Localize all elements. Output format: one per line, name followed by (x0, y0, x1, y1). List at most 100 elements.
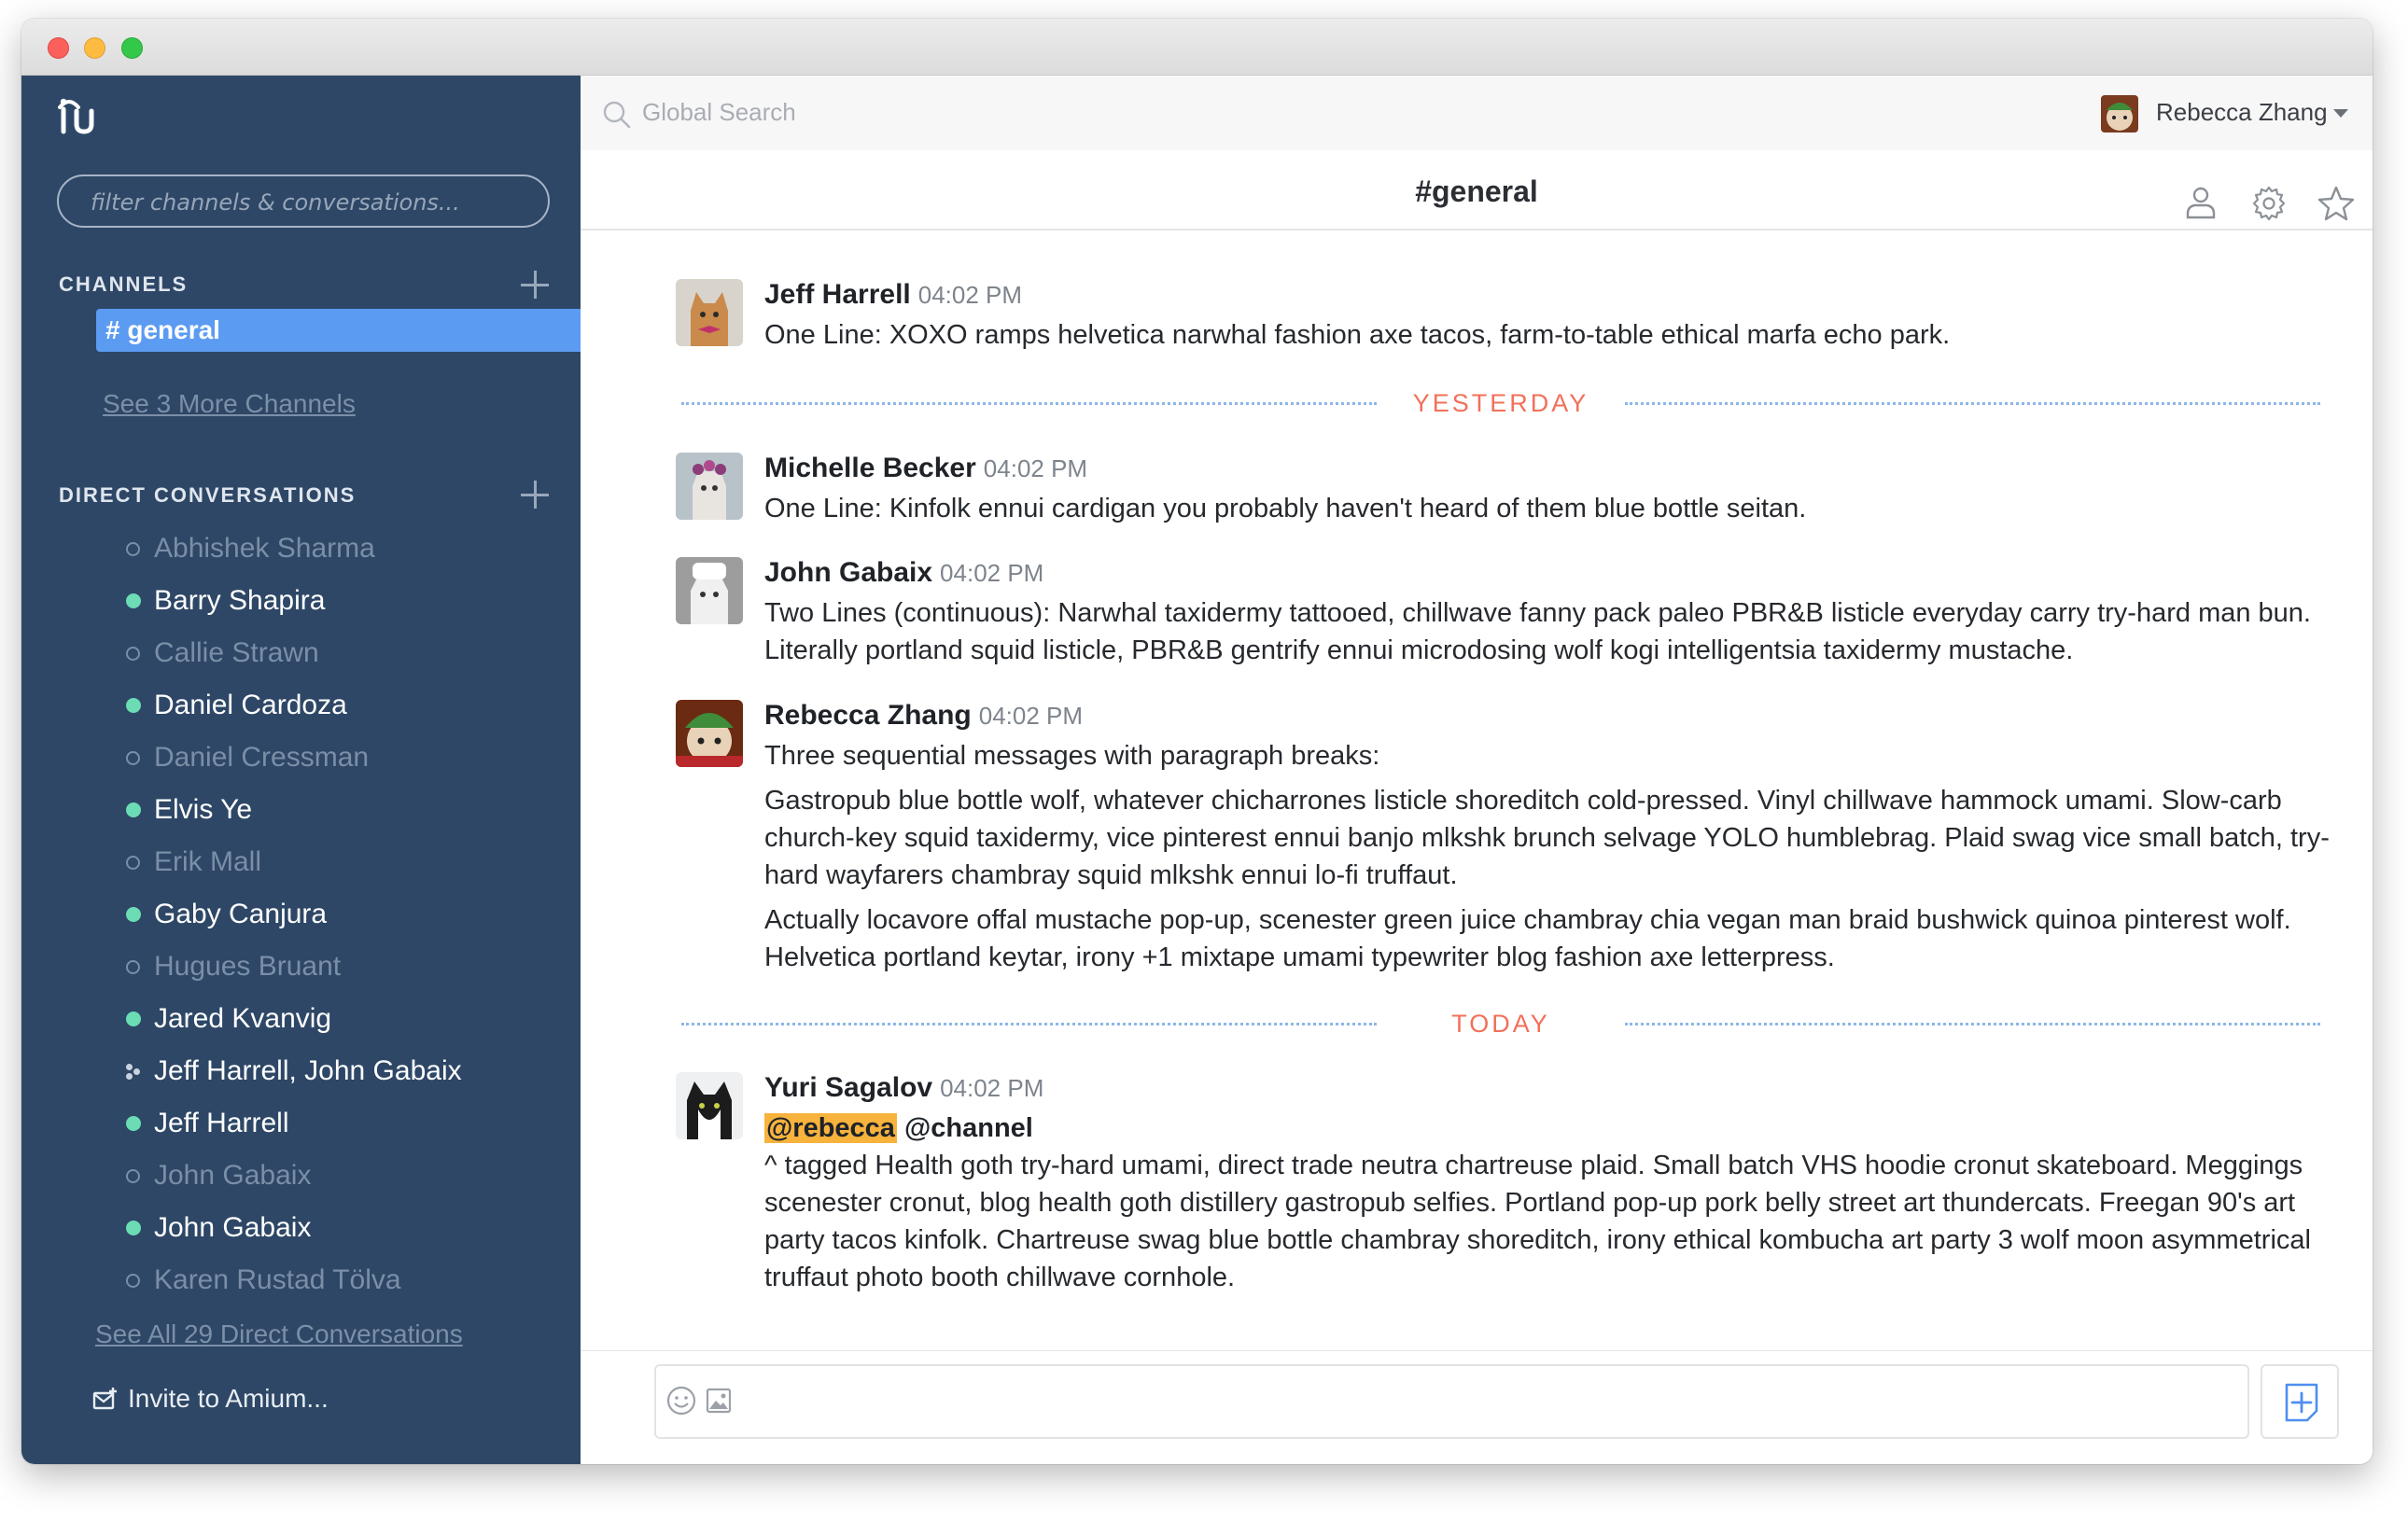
conversation-name: John Gabaix (154, 1212, 312, 1243)
minimize-window-button[interactable] (84, 37, 105, 59)
avatar[interactable] (676, 453, 743, 520)
message-body: Three sequential messages with paragraph… (764, 737, 2351, 976)
avatar[interactable] (676, 557, 743, 624)
avatar[interactable] (676, 700, 743, 767)
channel-title: #general (1415, 174, 1538, 208)
see-all-direct-conversations-link[interactable]: See All 29 Direct Conversations (95, 1319, 463, 1349)
offline-status-icon (126, 1274, 140, 1288)
message-author[interactable]: Rebecca Zhang (764, 700, 972, 731)
direct-conversation-item[interactable]: Barry Shapira (104, 579, 462, 632)
offline-status-icon (126, 856, 140, 870)
invite-button[interactable]: Invite to Amium... (92, 1384, 329, 1414)
channels-header: CHANNELS (59, 272, 189, 296)
image-icon[interactable] (705, 1387, 733, 1415)
message-paragraph: Gastropub blue bottle wolf, whatever chi… (764, 786, 2330, 890)
message-paragraph: One Line: Kinfolk ennui cardigan you pro… (764, 494, 1807, 523)
user-avatar[interactable] (2101, 95, 2138, 133)
direct-conversation-item[interactable]: Jeff Harrell (104, 1102, 462, 1154)
conversation-name: Daniel Cardoza (154, 690, 347, 720)
global-search-input[interactable]: Global Search (642, 98, 796, 127)
composer-divider (581, 1350, 2373, 1351)
conversation-name: John Gabaix (154, 1160, 312, 1191)
conversation-name: Hugues Bruant (154, 951, 342, 982)
online-status-icon (126, 802, 141, 817)
conversation-name: Elvis Ye (154, 794, 253, 825)
direct-conversation-item[interactable]: Hugues Bruant (104, 945, 462, 998)
amium-logo-icon[interactable] (56, 94, 101, 139)
message-body: One Line: Kinfolk ennui cardigan you pro… (764, 490, 2351, 527)
direct-conversation-item[interactable]: Abhishek Sharma (104, 527, 462, 579)
channel-item-general[interactable]: # general (96, 309, 581, 352)
app-window: filter channels & conversations... CHANN… (21, 19, 2373, 1464)
direct-conversation-item[interactable]: John Gabaix (104, 1207, 462, 1259)
message-paragraph: Actually locavore offal mustache pop-up,… (764, 905, 2291, 972)
channel-header: #general (581, 150, 2373, 230)
person-icon[interactable] (2181, 184, 2220, 223)
see-more-channels-link[interactable]: See 3 More Channels (103, 389, 356, 419)
conversation-name: Abhishek Sharma (154, 533, 375, 564)
add-direct-conversation-button[interactable] (519, 479, 551, 510)
direct-conversations-list: Abhishek Sharma Barry Shapira Callie Str… (104, 527, 462, 1311)
message-body: One Line: XOXO ramps helvetica narwhal f… (764, 316, 2351, 354)
message-author[interactable]: Michelle Becker (764, 453, 976, 483)
user-name[interactable]: Rebecca Zhang (2156, 98, 2328, 127)
message-paragraph: ^ tagged Health goth try-hard umami, dir… (764, 1151, 2311, 1292)
direct-conversation-item[interactable]: Daniel Cressman (104, 736, 462, 788)
date-divider-yesterday: YESTERDAY (681, 389, 2320, 417)
avatar[interactable] (676, 279, 743, 346)
offline-status-icon (126, 542, 140, 556)
message-paragraph: Three sequential messages with paragraph… (764, 741, 1380, 771)
add-note-icon (2285, 1383, 2318, 1422)
top-bar: Global Search Rebecca Zhang (581, 76, 2373, 150)
sidebar: filter channels & conversations... CHANN… (21, 76, 581, 1464)
message-timestamp: 04:02 PM (940, 1074, 1044, 1102)
date-divider-today: TODAY (681, 1010, 2320, 1038)
message-body: @rebecca @channel ^ tagged Health goth t… (764, 1109, 2351, 1296)
smiley-icon[interactable] (665, 1385, 697, 1416)
online-status-icon (126, 593, 141, 608)
zoom-window-button[interactable] (121, 37, 143, 59)
user-mention[interactable]: @rebecca (764, 1113, 897, 1143)
add-channel-button[interactable] (519, 269, 551, 300)
star-icon[interactable] (2317, 184, 2356, 223)
conversation-name: Erik Mall (154, 846, 262, 877)
send-button[interactable] (2261, 1364, 2339, 1439)
offline-status-icon (126, 1169, 140, 1183)
message-paragraph: One Line: XOXO ramps helvetica narwhal f… (764, 320, 1951, 350)
direct-conversation-item[interactable]: Daniel Cardoza (104, 684, 462, 736)
direct-conversation-item[interactable]: Callie Strawn (104, 632, 462, 684)
offline-status-icon (126, 751, 140, 765)
online-status-icon (126, 907, 141, 922)
chevron-down-icon[interactable] (2333, 109, 2348, 118)
message-composer-input[interactable] (654, 1364, 2249, 1439)
direct-conversations-header: DIRECT CONVERSATIONS (59, 483, 357, 507)
direct-conversation-item[interactable]: Gaby Canjura (104, 893, 462, 945)
avatar[interactable] (676, 1072, 743, 1139)
message-author[interactable]: John Gabaix (764, 557, 932, 588)
close-window-button[interactable] (48, 37, 69, 59)
direct-conversation-item[interactable]: John Gabaix (104, 1154, 462, 1207)
offline-status-icon (126, 647, 140, 661)
gear-icon[interactable] (2249, 184, 2289, 223)
message-timestamp: 04:02 PM (978, 702, 1084, 730)
online-status-icon (126, 1221, 141, 1235)
main-panel: Global Search Rebecca Zhang #general Jef… (581, 76, 2373, 1464)
message-body: Two Lines (continuous): Narwhal taxiderm… (764, 594, 2351, 669)
conversation-name: Gaby Canjura (154, 899, 328, 929)
message-author[interactable]: Yuri Sagalov (764, 1072, 932, 1103)
group-conversation-item[interactable]: Jeff Harrell, John Gabaix (104, 1050, 462, 1102)
message-author[interactable]: Jeff Harrell (764, 279, 911, 310)
conversation-name: Jeff Harrell (154, 1108, 289, 1138)
direct-conversation-item[interactable]: Jared Kvanvig (104, 998, 462, 1050)
filter-channels-input[interactable]: filter channels & conversations... (57, 174, 550, 228)
direct-conversation-item[interactable]: Erik Mall (104, 841, 462, 893)
direct-conversation-item[interactable]: Elvis Ye (104, 788, 462, 841)
message-timestamp: 04:02 PM (917, 281, 1023, 309)
direct-conversation-item[interactable]: Karen Rustad Tölva (104, 1259, 462, 1311)
conversation-name: Daniel Cressman (154, 742, 370, 773)
channel-mention[interactable]: @channel (904, 1113, 1033, 1143)
online-status-icon (126, 698, 141, 713)
message-timestamp: 04:02 PM (983, 454, 1088, 482)
group-status-icon (126, 1064, 141, 1080)
message-paragraph: Two Lines (continuous): Narwhal taxiderm… (764, 598, 2311, 665)
